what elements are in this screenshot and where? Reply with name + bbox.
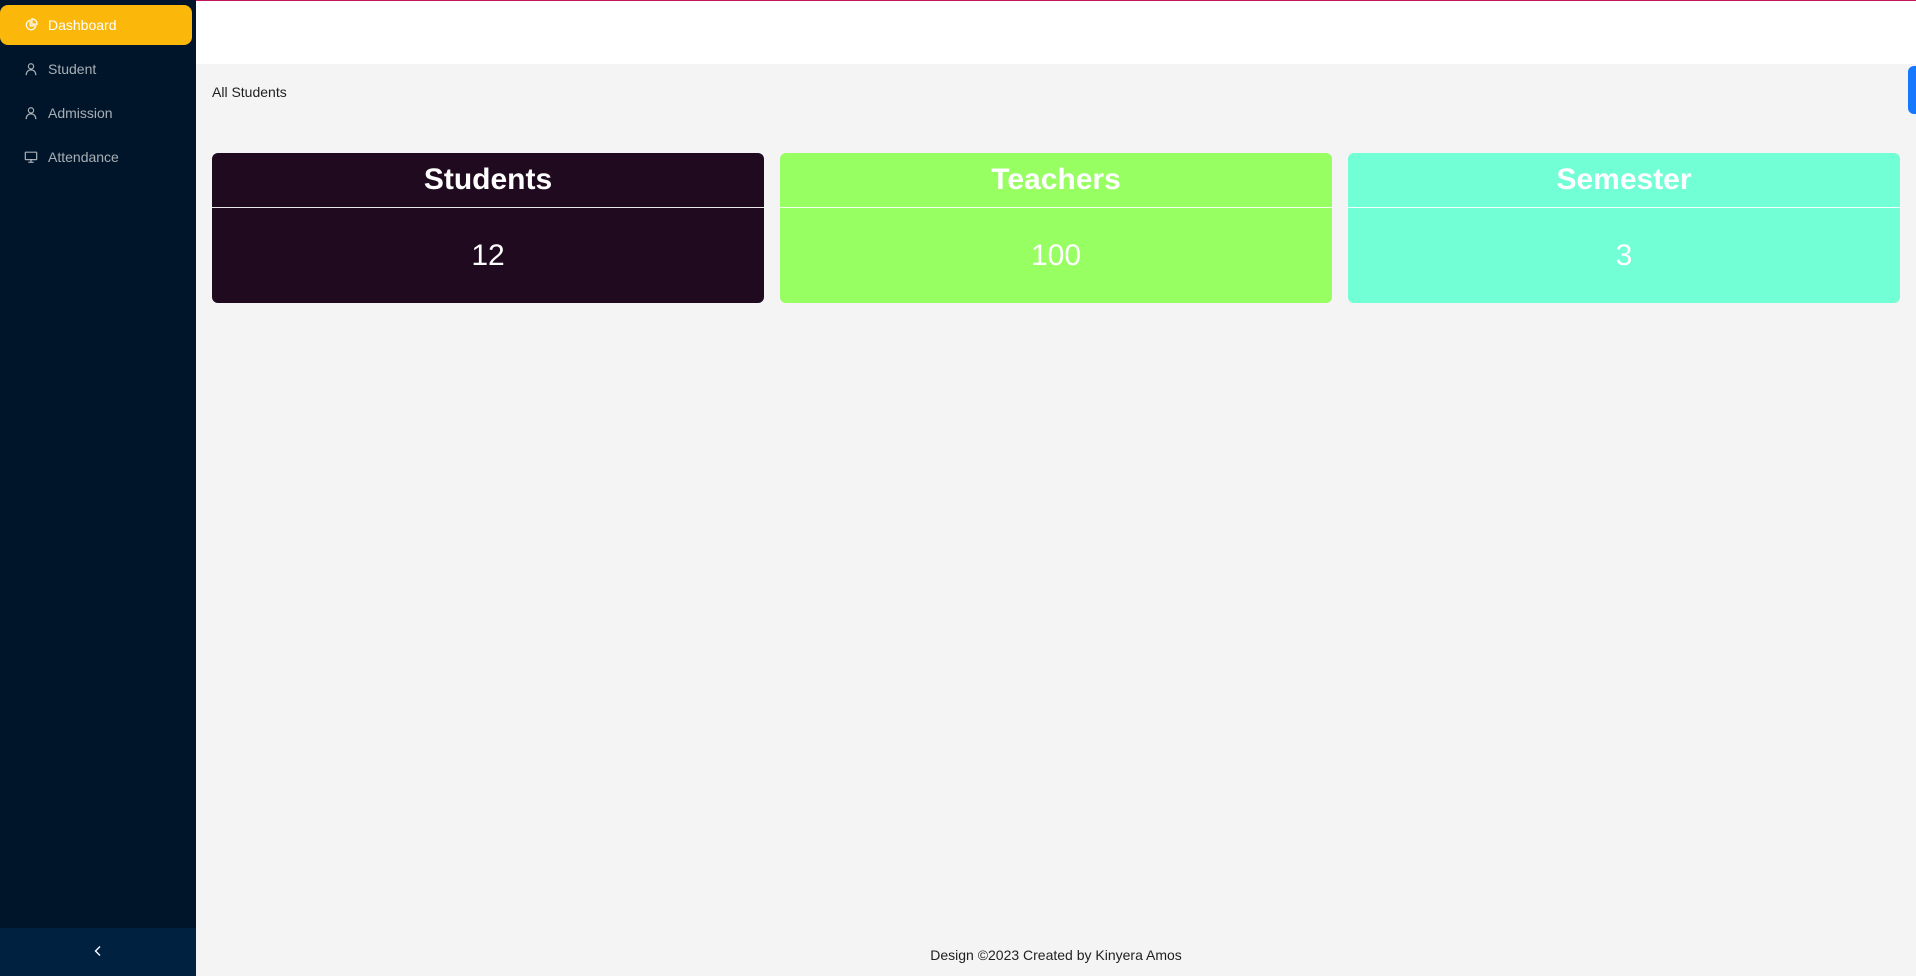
card-value: 3	[1615, 238, 1633, 272]
sidebar-item-attendance[interactable]: Attendance	[0, 137, 192, 177]
pie-chart-icon	[24, 18, 38, 32]
breadcrumb: All Students	[212, 84, 287, 100]
chevron-left-icon	[92, 944, 104, 960]
user-icon	[24, 106, 38, 120]
sidebar-menu: Dashboard Student Admission Attendance	[0, 0, 196, 177]
sidebar-item-label: Admission	[48, 105, 113, 121]
teachers-card: Teachers 100	[780, 153, 1332, 303]
card-value: 12	[471, 238, 505, 272]
stats-cards: Students 12 Teachers 100 Semester 3	[212, 153, 1900, 303]
sidebar-item-dashboard[interactable]: Dashboard	[0, 5, 192, 45]
card-value: 100	[1030, 238, 1082, 272]
sidebar-item-label: Attendance	[48, 149, 119, 165]
sidebar-item-admission[interactable]: Admission	[0, 93, 192, 133]
semester-card: Semester 3	[1348, 153, 1900, 303]
card-title: Semester	[1348, 153, 1900, 208]
sidebar-item-student[interactable]: Student	[0, 49, 192, 89]
sidebar-collapse-button[interactable]	[0, 928, 196, 976]
sidebar: Dashboard Student Admission Attendance	[0, 0, 196, 976]
card-title: Students	[212, 153, 764, 208]
main-content: All Students Students 12 Teachers 100 Se…	[196, 64, 1916, 934]
top-header	[196, 0, 1916, 64]
side-drawer-tab[interactable]	[1908, 66, 1916, 114]
sidebar-item-label: Student	[48, 61, 97, 77]
user-icon	[24, 62, 38, 76]
footer: Design ©2023 Created by Kinyera Amos	[196, 934, 1916, 976]
students-card: Students 12	[212, 153, 764, 303]
desktop-icon	[24, 150, 38, 164]
sidebar-item-label: Dashboard	[48, 17, 117, 33]
card-title: Teachers	[780, 153, 1332, 208]
footer-text: Design ©2023 Created by Kinyera Amos	[930, 947, 1182, 963]
